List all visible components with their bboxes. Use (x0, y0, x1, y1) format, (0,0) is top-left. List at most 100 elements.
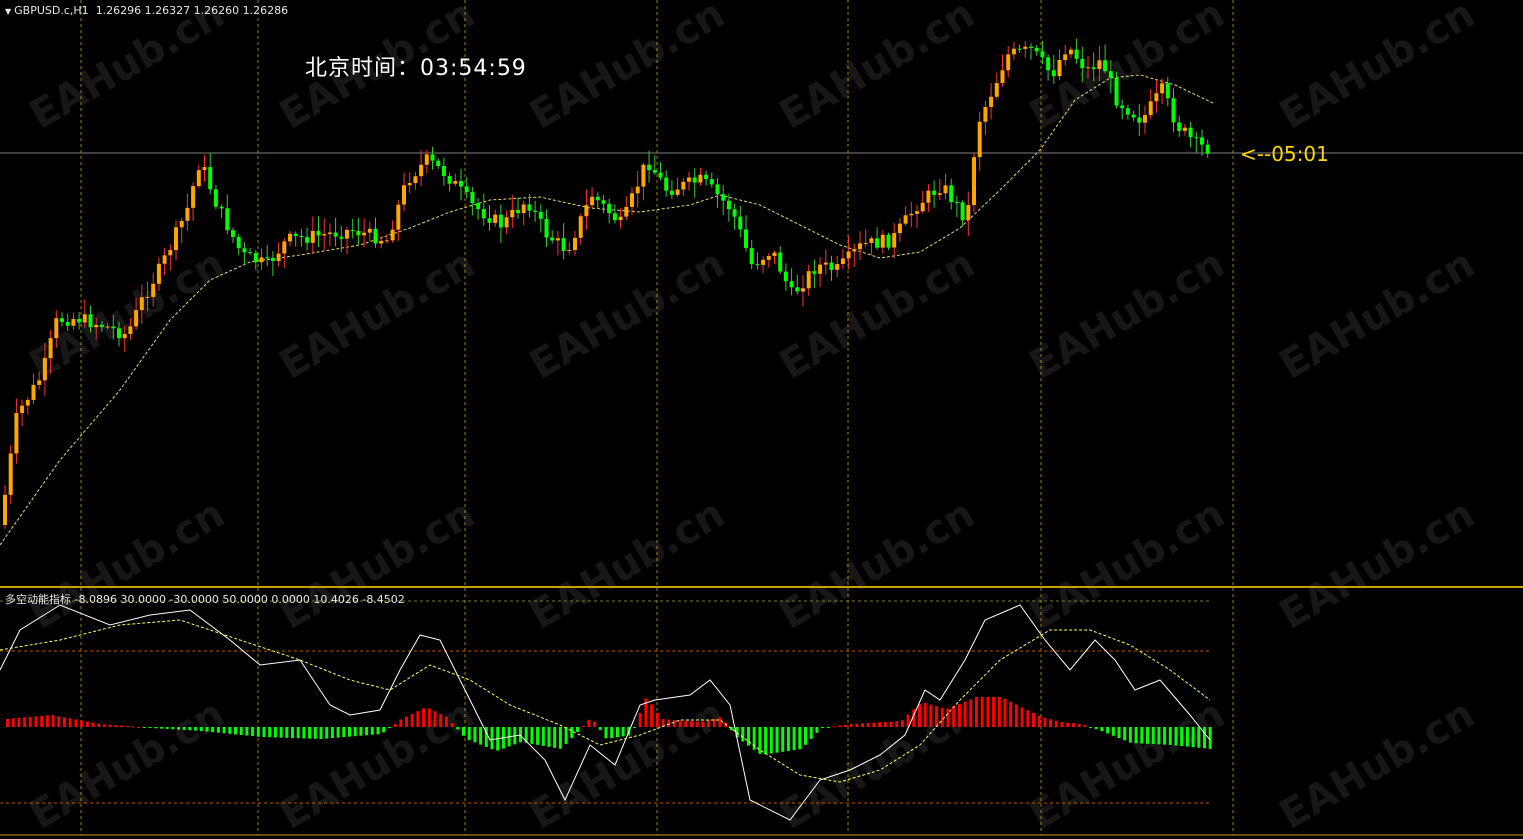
histogram-bar-negative (1185, 727, 1189, 747)
histogram-bar-negative (758, 727, 762, 754)
bull-candle (1182, 127, 1187, 131)
indicator-header: 多空动能指标 -8.0896 30.0000 -30.0000 50.0000 … (5, 593, 405, 606)
bear-candle (1051, 70, 1056, 77)
histogram-bar-negative (182, 727, 186, 730)
histogram-bar-negative (268, 727, 272, 738)
bull-candle (1068, 49, 1073, 55)
histogram-bar-negative (1180, 727, 1184, 747)
histogram-bar-negative (815, 727, 819, 733)
bear-candle (481, 208, 486, 219)
histogram-bar-negative (769, 727, 773, 754)
bull-candle (521, 204, 526, 214)
collapse-triangle-icon[interactable]: ▼ (5, 7, 11, 16)
histogram-bar-positive (1009, 701, 1013, 727)
histogram-bar-negative (251, 727, 255, 737)
bear-candle (111, 326, 116, 329)
bear-candle (949, 185, 954, 203)
histogram-bar-negative (302, 727, 306, 739)
bull-candle (943, 185, 948, 194)
bear-candle (1034, 47, 1039, 52)
histogram-bar-negative (1111, 727, 1115, 736)
bull-candle (156, 263, 161, 284)
histogram-bar-negative (1089, 727, 1092, 728)
histogram-bar-positive (131, 726, 135, 728)
histogram-bar-positive (900, 720, 904, 727)
histogram-bar-negative (1203, 727, 1206, 749)
bull-candle (310, 230, 315, 243)
bull-candle (1148, 101, 1153, 116)
histogram-bar-negative (809, 727, 813, 739)
histogram-bar-positive (450, 723, 454, 727)
bull-candle (567, 250, 572, 252)
bear-candle (1080, 58, 1085, 69)
histogram-bar-negative (576, 727, 579, 732)
histogram-bar-negative (798, 727, 802, 750)
histogram-bar-positive (878, 722, 882, 727)
bull-candle (635, 186, 640, 194)
bear-candle (647, 164, 652, 171)
bull-candle (202, 167, 207, 171)
histogram-bar-positive (832, 726, 836, 728)
bear-candle (213, 189, 218, 207)
histogram-bar-positive (1043, 717, 1047, 727)
bear-candle (744, 229, 748, 248)
histogram-bar-negative (262, 727, 266, 738)
histogram-bar-positive (102, 724, 106, 727)
histogram-bar-positive (108, 724, 112, 727)
bear-candle (1125, 108, 1130, 115)
histogram-bar-negative (1094, 727, 1098, 730)
bear-candle (715, 184, 720, 195)
bear-candle (709, 179, 714, 185)
histogram-bar-negative (621, 727, 625, 737)
bull-candle (493, 214, 498, 223)
chart-canvas[interactable]: EAHub.cn EAHub.cn EAHub.cn EAHub.cn EAHub.cn… (0, 0, 1523, 839)
chart-window[interactable]: EAHub.cn EAHub.cn EAHub.cn EAHub.cn EAHub.cn… (0, 0, 1523, 839)
bull-candle (362, 232, 367, 236)
histogram-bar-positive (1032, 713, 1035, 727)
histogram-bar-negative (1140, 727, 1144, 744)
histogram-bar-positive (120, 725, 123, 727)
bear-candle (242, 248, 247, 253)
histogram-bar-negative (1134, 727, 1138, 744)
histogram-bar-negative (216, 727, 220, 733)
bull-candle (510, 209, 515, 218)
histogram-bar-negative (1197, 727, 1201, 748)
bear-candle (932, 190, 937, 195)
histogram-bar-positive (405, 716, 408, 727)
bull-candle (31, 384, 36, 400)
histogram-bar-positive (1014, 704, 1018, 727)
histogram-bar-positive (74, 719, 78, 727)
bear-candle (77, 319, 82, 323)
histogram-bar-negative (530, 727, 534, 744)
histogram-bar-positive (695, 721, 699, 727)
bull-candle (20, 405, 25, 414)
histogram-bar-negative (1117, 727, 1121, 738)
bear-candle (447, 176, 452, 184)
histogram-bar-negative (786, 727, 790, 751)
histogram-bar-positive (718, 717, 722, 727)
histogram-bar-negative (148, 727, 152, 728)
bear-candle (516, 209, 520, 214)
histogram-bar-negative (764, 727, 768, 755)
histogram-bar-negative (1123, 727, 1127, 741)
histogram-bar-negative (752, 727, 756, 750)
bear-candle (270, 257, 275, 261)
bear-candle (430, 154, 435, 161)
histogram-bar-positive (843, 724, 847, 727)
bull-candle (413, 176, 418, 184)
bull-candle (624, 206, 629, 217)
bull-candle (390, 229, 395, 241)
bear-candle (299, 236, 304, 238)
histogram-bar-positive (40, 715, 44, 727)
bear-candle (117, 328, 121, 339)
histogram-bar-positive (85, 721, 89, 727)
bear-candle (339, 236, 344, 239)
bull-candle (926, 190, 931, 203)
histogram-bar-positive (23, 717, 27, 727)
histogram-bar-positive (1054, 720, 1058, 727)
histogram-bar-positive (667, 719, 671, 727)
histogram-bar-negative (319, 727, 323, 739)
bear-candle (1017, 48, 1022, 50)
bull-candle (139, 297, 144, 311)
bear-candle (669, 190, 674, 195)
